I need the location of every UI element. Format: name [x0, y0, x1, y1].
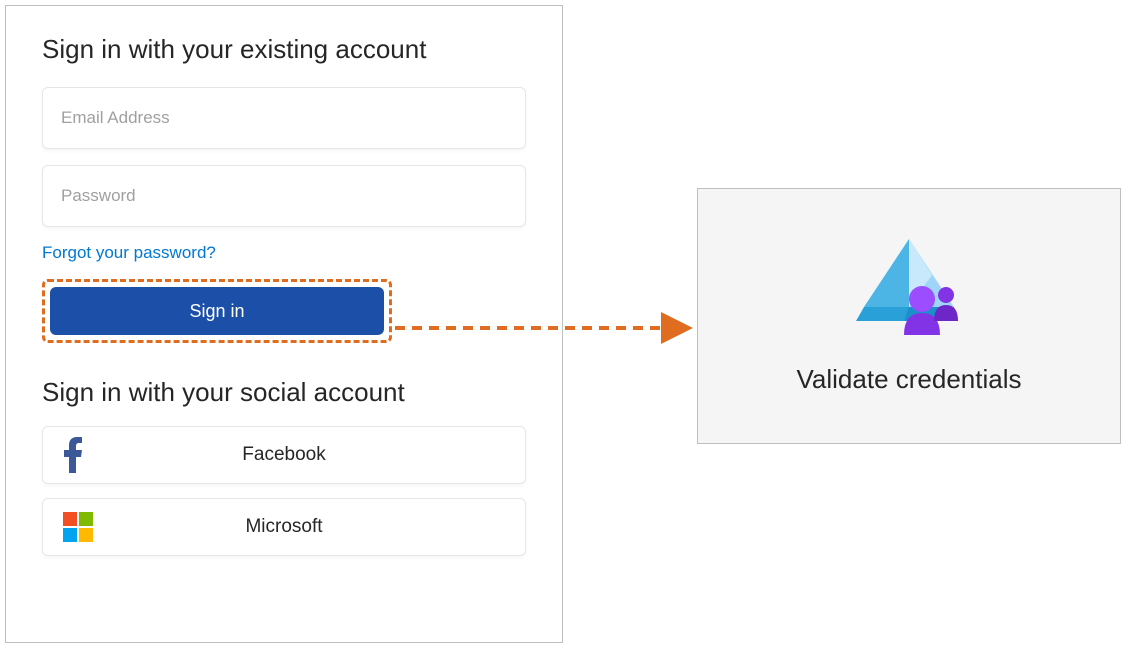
signin-button[interactable]: Sign in [50, 287, 384, 335]
validate-credentials-label: Validate credentials [797, 364, 1022, 395]
forgot-password-link[interactable]: Forgot your password? [42, 243, 216, 263]
validate-credentials-box: Validate credentials [697, 188, 1121, 444]
azure-ad-b2c-icon [854, 237, 964, 342]
facebook-label: Facebook [63, 444, 505, 466]
microsoft-button[interactable]: Microsoft [42, 498, 526, 556]
social-heading: Sign in with your social account [42, 377, 526, 408]
signin-heading: Sign in with your existing account [42, 34, 526, 65]
microsoft-label: Microsoft [63, 516, 505, 538]
arrow-icon [395, 308, 705, 348]
email-input[interactable] [42, 87, 526, 149]
facebook-button[interactable]: Facebook [42, 426, 526, 484]
password-input[interactable] [42, 165, 526, 227]
signin-button-highlight: Sign in [42, 279, 392, 343]
